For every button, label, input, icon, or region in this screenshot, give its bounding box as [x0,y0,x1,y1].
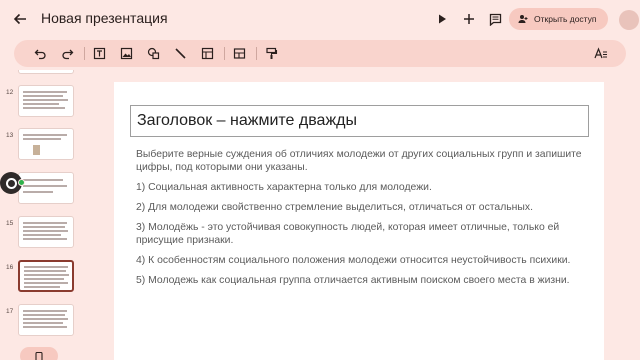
undo-button[interactable] [31,44,49,62]
toolbar-divider [256,47,257,60]
slide-thumbnail-14[interactable] [18,172,74,204]
phone-icon [35,352,43,360]
slide-paragraph: 4) К особенностям социального положения … [136,255,571,266]
comments-button[interactable] [485,9,505,29]
insert-shape-button[interactable] [144,44,162,62]
slide-number: 13 [6,132,14,139]
add-slide-button[interactable] [20,347,58,360]
slide-paragraph: 2) Для молодежи свойственно стремление в… [136,202,533,213]
slide-thumbnail-16[interactable] [18,260,74,292]
slide-paragraph: Выберите верные суждения об отличиях мол… [136,149,582,173]
present-button[interactable] [432,9,452,29]
slide-number: 17 [6,308,14,315]
slide-number: 15 [6,220,14,227]
add-icon [464,14,474,24]
slide-number: 12 [6,89,14,96]
toolbar-divider [224,47,225,60]
play-icon [439,14,446,24]
insert-table-button[interactable] [198,44,216,62]
slide-thumbnail-15[interactable] [18,216,74,248]
status-dot [18,179,25,186]
slide-thumbnail-17[interactable] [18,304,74,336]
slide-paragraph: 1) Социальная активность характерна толь… [136,182,432,193]
circle-icon [5,177,17,189]
avatar[interactable] [619,10,639,30]
slide-thumbnail-partial[interactable] [18,70,74,74]
slide-canvas[interactable]: Заголовок – нажмите дважды Выберите верн… [114,82,604,360]
paint-format-icon [265,47,277,59]
text-format-button[interactable] [592,44,610,62]
image-icon [120,47,132,59]
slide-thumbnail-13[interactable] [18,128,74,160]
share-button[interactable]: Открыть доступ [509,8,608,30]
thumbnail-image [33,145,40,155]
insert-image-button[interactable] [117,44,135,62]
redo-icon [61,49,73,59]
paint-format-button[interactable] [262,44,280,62]
back-button[interactable] [10,9,30,29]
share-button-label: Открыть доступ [534,14,597,24]
app-header: Новая презентация Открыть доступ [0,0,640,38]
insert-text-box-button[interactable] [90,44,108,62]
add-button[interactable] [459,9,479,29]
text-format-icon [594,46,607,58]
line-icon [174,47,186,59]
slide-thumbnail-12[interactable] [18,85,74,117]
assistant-bubble[interactable] [0,172,25,194]
slide-title-placeholder[interactable]: Заголовок – нажмите дважды [130,105,589,137]
slide-filmstrip: 12 13 14 15 16 17 [0,70,92,360]
slide-paragraph: 5) Молодежь как социальная группа отлича… [136,275,570,286]
insert-line-button[interactable] [171,44,189,62]
toolbar-divider [84,47,85,60]
slide-canvas-area: Заголовок – нажмите дважды Выберите верн… [92,70,640,360]
redo-button[interactable] [58,44,76,62]
back-arrow-icon [13,13,26,25]
presentation-title[interactable]: Новая презентация [41,10,168,26]
editing-toolbar [14,40,626,67]
text-box-icon [93,47,105,59]
undo-icon [34,49,46,59]
person-add-icon [518,15,528,23]
comments-icon [489,13,501,26]
shapes-icon [147,47,159,59]
slide-number: 16 [6,264,14,271]
slide-body-text[interactable]: Выберите верные суждения об отличиях мол… [136,148,586,294]
slide-paragraph: 3) Молодёжь - это устойчивая совокупност… [136,222,560,246]
layout-icon [233,47,245,59]
table-icon [201,47,213,59]
layout-button[interactable] [230,44,248,62]
